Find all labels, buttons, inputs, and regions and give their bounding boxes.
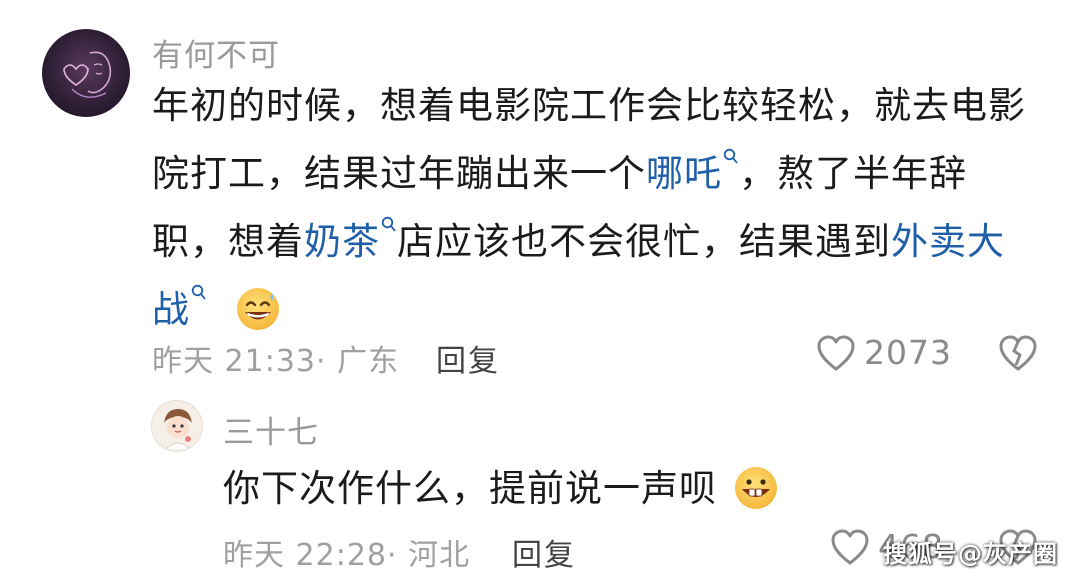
avatar-cartoon-icon (164, 409, 192, 450)
comment-meta: 昨天 22:28· 河北 (223, 530, 470, 574)
comment-time: 昨天 21:33 (152, 344, 316, 379)
reply-button[interactable]: 回复 (436, 336, 500, 380)
link-label: 战 (152, 288, 190, 331)
comment-text-part: 职，想着 (152, 220, 304, 263)
comment-meta: 昨天 21:33· 广东 (152, 336, 399, 380)
heart-icon (817, 335, 855, 370)
comment-username[interactable]: 三十七 (223, 407, 319, 452)
comment-location: · 河北 (387, 538, 471, 573)
link-label: 哪吒 (646, 152, 722, 195)
comment-line-3: 职，想着奶茶 店应该也不会很忙，结果遇到外卖大 (152, 208, 1052, 276)
comment-time: 昨天 22:28 (223, 538, 387, 573)
comment-text: 年初的时候，想着电影院工作会比较轻松，就去电影 院打工，结果过年蹦出来一个哪吒 ，… (152, 72, 1052, 344)
avatar[interactable] (151, 400, 203, 452)
comment-text: 你下次作什么，提前说一声呗 (223, 455, 1043, 523)
comment-text-part: 年初的时候，想着电影院工作会比较轻松，就去电影 (152, 84, 1026, 127)
search-icon (381, 216, 396, 232)
watermark: 搜狐号@灰产圈 (883, 540, 1058, 568)
comment-username[interactable]: 有何不可 (152, 30, 280, 75)
reply-button[interactable]: 回复 (512, 530, 576, 574)
like-count: 2073 (864, 333, 952, 372)
avatar-art-icon (63, 51, 112, 98)
heart-icon (831, 529, 869, 564)
like-button[interactable]: 2073 (816, 333, 952, 372)
buck-tooth-grin-emoji-icon (734, 466, 777, 509)
link-label: 外卖大 (891, 220, 1005, 263)
comment-text-part: ，熬了半年辞 (739, 152, 967, 195)
comment-line-1: 年初的时候，想着电影院工作会比较轻松，就去电影 (152, 72, 1052, 140)
grinning-sweat-emoji-icon (236, 287, 279, 330)
comment-location: · 广东 (316, 344, 400, 379)
search-link-delivery-war-cont[interactable]: 战 (152, 284, 207, 331)
comment-text-part: 院打工，结果过年蹦出来一个 (152, 152, 646, 195)
search-icon (723, 148, 738, 164)
comment-line-2: 院打工，结果过年蹦出来一个哪吒 ，熬了半年辞 (152, 140, 1052, 208)
search-link-delivery-war[interactable]: 外卖大 (891, 220, 1005, 263)
link-label: 奶茶 (304, 220, 380, 263)
comment-text-part: 你下次作什么，提前说一声呗 (223, 467, 717, 510)
avatar[interactable] (42, 29, 130, 117)
search-link-milk-tea[interactable]: 奶茶 (304, 216, 397, 263)
search-icon (191, 284, 206, 300)
broken-heart-icon[interactable] (998, 334, 1038, 372)
search-link-nezha[interactable]: 哪吒 (646, 148, 739, 195)
comment-text-part: 店应该也不会很忙，结果遇到 (397, 220, 891, 263)
